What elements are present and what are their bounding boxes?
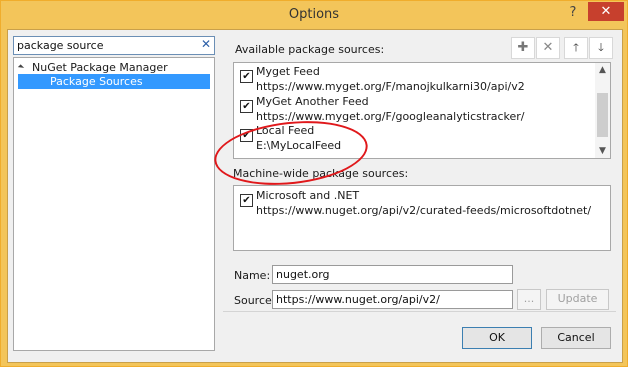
move-up-button[interactable]: 🡑 <box>564 37 588 59</box>
move-down-button[interactable]: 🡓 <box>589 37 613 59</box>
scroll-down-icon[interactable]: ▼ <box>598 146 607 156</box>
source-name: MyGet Another Feed <box>256 95 369 108</box>
browse-button[interactable]: ... <box>517 289 541 310</box>
enabled-checkbox[interactable]: ✔ <box>240 129 253 142</box>
dialog-body: ✕ NuGet Package Manager Package Sources … <box>7 29 623 363</box>
name-input[interactable] <box>276 267 504 281</box>
vertical-scrollbar[interactable]: ▲ ▼ <box>595 63 610 158</box>
divider <box>223 311 616 312</box>
options-search-box[interactable]: ✕ <box>13 36 215 55</box>
source-name: Myget Feed <box>256 65 320 78</box>
expand-triangle-icon[interactable] <box>17 64 25 71</box>
source-label: Source: <box>234 294 276 307</box>
x-icon: ✕ <box>542 40 554 55</box>
options-tree: NuGet Package Manager Package Sources <box>13 57 215 351</box>
enabled-checkbox[interactable]: ✔ <box>240 70 253 83</box>
ok-button[interactable]: OK <box>462 327 532 349</box>
arrow-down-icon: 🡓 <box>598 41 604 54</box>
update-button[interactable]: Update <box>546 289 609 310</box>
tree-node-package-sources[interactable]: Package Sources <box>18 74 210 89</box>
machine-wide-label-text: Machine-wide package sources: <box>233 167 409 180</box>
tree-node-label: Package Sources <box>50 75 143 88</box>
available-sources-list: ✔ Myget Feed https://www.myget.org/F/man… <box>233 62 611 159</box>
scrollbar-thumb[interactable] <box>597 93 608 137</box>
source-url: E:\MyLocalFeed <box>256 139 342 152</box>
source-url: https://www.myget.org/F/manojkulkarni30/… <box>256 80 525 93</box>
name-label: Name: <box>234 269 271 282</box>
clear-search-icon[interactable]: ✕ <box>201 37 211 51</box>
source-field[interactable] <box>272 290 513 309</box>
name-field[interactable] <box>272 265 513 284</box>
tree-node-label: NuGet Package Manager <box>32 61 168 74</box>
arrow-up-icon: 🡑 <box>573 41 579 54</box>
title-bar[interactable]: Options ? ✕ <box>1 1 627 29</box>
source-url: https://www.myget.org/F/googleanalyticst… <box>256 110 525 123</box>
search-input[interactable] <box>17 38 193 52</box>
scroll-up-icon[interactable]: ▲ <box>598 65 607 75</box>
enabled-checkbox[interactable]: ✔ <box>240 100 253 113</box>
source-name: Microsoft and .NET <box>256 189 360 202</box>
source-input[interactable] <box>276 292 504 306</box>
source-name: Local Feed <box>256 124 315 137</box>
options-window: Options ? ✕ ✕ NuGet Package Manager Pack… <box>0 0 628 367</box>
close-button[interactable]: ✕ <box>588 2 624 21</box>
machine-wide-sources-label: Machine-wide package sources: <box>233 167 408 180</box>
cancel-button[interactable]: Cancel <box>541 327 611 349</box>
available-sources-label: Available package sources: <box>235 43 385 56</box>
window-title: Options <box>288 7 340 22</box>
add-source-button[interactable]: ✚ <box>511 37 535 59</box>
enabled-checkbox[interactable]: ✔ <box>240 194 253 207</box>
remove-source-button[interactable]: ✕ <box>536 37 560 59</box>
machine-wide-sources-list: ✔ Microsoft and .NET https://www.nuget.o… <box>233 185 611 251</box>
help-button[interactable]: ? <box>564 5 582 23</box>
plus-icon: ✚ <box>517 40 529 55</box>
source-url: https://www.nuget.org/api/v2/curated-fee… <box>256 204 592 217</box>
